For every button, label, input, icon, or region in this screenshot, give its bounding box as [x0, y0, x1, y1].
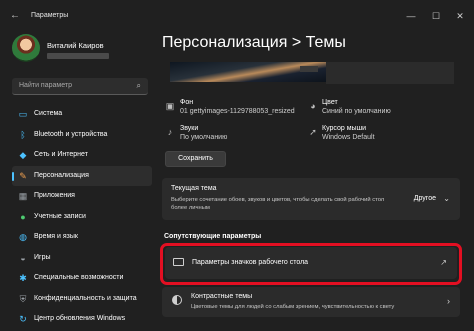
- sidebar-item-label: Игры: [34, 253, 51, 261]
- page-title: Персонализация > Темы: [162, 34, 346, 51]
- background-value: 01 gettyimages-1129788053_resized: [180, 108, 295, 115]
- color-info[interactable]: Цвет Синий по умолчанию: [322, 99, 391, 115]
- close-button[interactable]: ✕: [451, 9, 469, 23]
- current-theme-description: Выберите сочетание обоев, звуков и цвето…: [171, 197, 385, 211]
- image-icon: ▣: [165, 101, 175, 111]
- contrast-themes-title: Контрастные темы: [191, 293, 253, 300]
- background-label: Фон: [180, 99, 194, 106]
- chevron-right-icon: ›: [447, 296, 450, 306]
- theme-preview-image: [170, 62, 326, 82]
- user-email-redacted: [47, 53, 109, 59]
- avatar[interactable]: [12, 34, 40, 62]
- cursor-icon: ➚: [309, 127, 317, 137]
- sidebar-item-label: Учетные записи: [34, 212, 86, 220]
- sidebar-item-bluetooth[interactable]: ᛒ Bluetooth и устройства: [12, 125, 152, 146]
- person-icon: ●: [20, 211, 26, 222]
- speaker-icon: ♪: [167, 127, 173, 137]
- cursor-value: Windows Default: [322, 134, 375, 141]
- chevron-down-icon[interactable]: ⌄: [443, 194, 450, 203]
- wifi-icon: ◆: [19, 150, 27, 160]
- refresh-icon: ↻: [19, 314, 27, 324]
- theme-preview-panel: [326, 62, 454, 84]
- brush-icon: ✎: [19, 170, 27, 181]
- sounds-info[interactable]: Звуки По умолчанию: [180, 125, 227, 141]
- sidebar-item-label: Время и язык: [34, 233, 78, 240]
- current-theme-title: Текущая тема: [171, 185, 217, 192]
- sidebar-item-label: Система: [34, 110, 63, 117]
- sidebar-item-network[interactable]: ◆ Сеть и Интернет: [12, 145, 152, 166]
- sounds-label: Звуки: [180, 125, 199, 132]
- sidebar-item-accessibility[interactable]: ✱ Специальные возможности: [12, 268, 152, 289]
- sidebar-item-privacy[interactable]: ⛨ Конфиденциальность и защита: [12, 289, 152, 310]
- color-value: Синий по умолчанию: [322, 108, 391, 115]
- sidebar-item-apps[interactable]: ▦ Приложения: [12, 186, 152, 207]
- contrast-icon: [172, 295, 182, 305]
- color-label: Цвет: [322, 99, 338, 106]
- user-name: Виталий Каиров: [47, 41, 104, 50]
- palette-icon: ◕: [310, 101, 316, 111]
- cursor-info[interactable]: Курсор мыши Windows Default: [322, 125, 375, 141]
- maximize-button[interactable]: ☐: [427, 9, 445, 23]
- sidebar-item-label: Bluetooth и устройства: [34, 130, 108, 138]
- sidebar-nav: ▭ Система ᛒ Bluetooth и устройства ◆ Сет…: [12, 104, 152, 330]
- search-placeholder: Найти параметр: [19, 82, 72, 89]
- sidebar-item-gaming[interactable]: ◒ Игры: [12, 248, 152, 269]
- sidebar-item-label: Персонализация: [34, 171, 89, 179]
- sidebar-item-accounts[interactable]: ● Учетные записи: [12, 207, 152, 228]
- search-input[interactable]: Найти параметр ⌕: [12, 78, 148, 95]
- globe-icon: ◍: [19, 232, 27, 242]
- sidebar-item-time-language[interactable]: ◍ Время и язык: [12, 227, 152, 248]
- save-button[interactable]: Сохранить: [165, 151, 226, 167]
- sounds-value: По умолчанию: [180, 134, 228, 141]
- minimize-button[interactable]: —: [402, 9, 420, 23]
- contrast-themes-card[interactable]: Контрастные темы Цветовые темы для людей…: [162, 287, 460, 317]
- title-bar: ← Параметры — ☐ ✕: [0, 0, 474, 30]
- preview-taskbar: [300, 66, 318, 72]
- sidebar-item-label: Конфиденциальность и защита: [34, 294, 137, 302]
- current-theme-card[interactable]: Текущая тема Выберите сочетание обоев, з…: [162, 178, 460, 220]
- window-title: Параметры: [31, 12, 69, 19]
- current-theme-value: Другое: [413, 195, 436, 202]
- sidebar-item-label: Специальные возможности: [34, 274, 124, 281]
- sidebar-item-windows-update[interactable]: ↻ Центр обновления Windows: [12, 309, 152, 330]
- sidebar-item-label: Центр обновления Windows: [34, 315, 126, 322]
- related-settings-heading: Сопутствующие параметры: [164, 233, 262, 240]
- background-info[interactable]: Фон 01 gettyimages-1129788053_resized: [180, 99, 295, 115]
- sidebar-item-label: Сеть и Интернет: [34, 151, 88, 158]
- gamepad-icon: ◒: [20, 252, 26, 263]
- contrast-themes-description: Цветовые темы для людей со слабым зрение…: [191, 304, 395, 310]
- monitor-icon: ▭: [18, 109, 28, 119]
- sidebar-item-system[interactable]: ▭ Система: [12, 104, 152, 125]
- sidebar-item-label: Приложения: [34, 192, 75, 199]
- accessibility-icon: ✱: [19, 273, 27, 283]
- cursor-label: Курсор мыши: [322, 125, 367, 132]
- bluetooth-icon: ᛒ: [20, 129, 26, 140]
- search-icon: ⌕: [136, 81, 141, 90]
- highlight-frame: [160, 243, 462, 285]
- sidebar-item-personalization[interactable]: ✎ Персонализация: [12, 165, 152, 186]
- arrow-left-icon[interactable]: ←: [8, 10, 22, 22]
- apps-icon: ▦: [18, 191, 28, 201]
- shield-icon: ⛨: [19, 293, 27, 304]
